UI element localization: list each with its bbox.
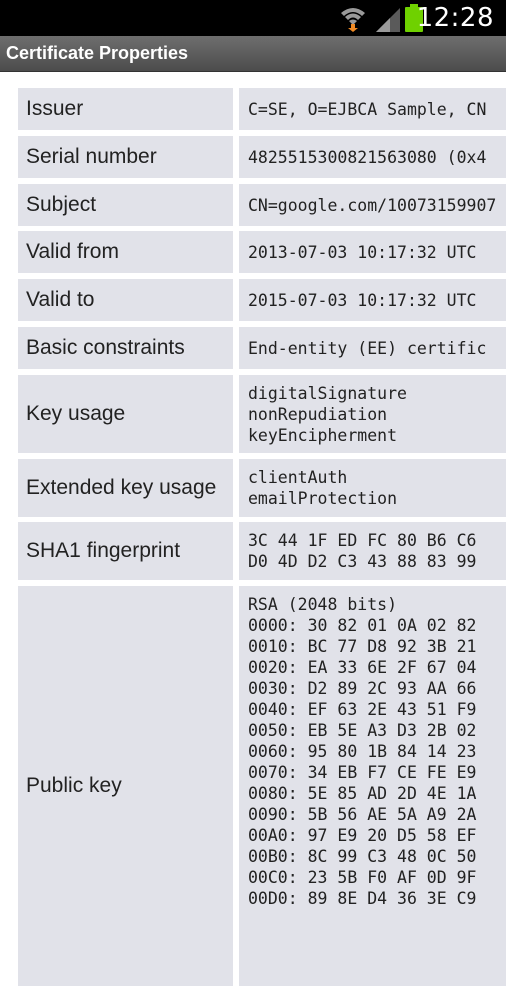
property-label: Serial number	[18, 136, 233, 178]
value-line: keyEncipherment	[248, 425, 398, 445]
property-value: CN=google.com/10073159907	[239, 184, 506, 226]
value-line: 2015-07-03 10:17:32 UTC	[248, 290, 477, 310]
value-line: clientAuth	[248, 468, 348, 487]
property-label: Key usage	[18, 375, 233, 453]
table-row[interactable]: Issuer C=SE, O=EJBCA Sample, CN	[18, 88, 506, 130]
table-row[interactable]: Valid from 2013-07-03 10:17:32 UTC	[18, 231, 506, 273]
value-line: 0020: EA 33 6E 2F 67 04	[248, 658, 477, 677]
value-line: 0090: 5B 56 AE 5A A9 2A	[248, 805, 477, 824]
value-line: nonRepudiation	[248, 404, 388, 424]
value-line: 0000: 30 82 01 0A 02 82	[248, 616, 477, 635]
table-row[interactable]: SHA1 fingerprint 3C 44 1F ED FC 80 B6 C6 D…	[18, 522, 506, 580]
property-label: Issuer	[18, 88, 233, 130]
property-label: SHA1 fingerprint	[18, 522, 233, 580]
value-line: 00C0: 23 5B F0 AF 0D 9F	[248, 868, 477, 887]
property-value: 4825515300821563080 (0x4	[239, 136, 506, 178]
value-line: 0070: 34 EB F7 CE FE E9	[248, 763, 477, 782]
property-value: C=SE, O=EJBCA Sample, CN	[239, 88, 506, 130]
table-row[interactable]: Subject CN=google.com/10073159907	[18, 184, 506, 226]
value-line: 4825515300821563080 (0x4	[248, 147, 487, 167]
property-label: Valid from	[18, 231, 233, 273]
value-line: 0030: D2 89 2C 93 AA 66	[248, 679, 477, 698]
property-value: 2013-07-03 10:17:32 UTC	[239, 231, 506, 273]
value-line: End-entity (EE) certific	[248, 338, 487, 358]
property-label: Valid to	[18, 279, 233, 321]
signal-strength-icon	[376, 8, 400, 32]
value-line: 2013-07-03 10:17:32 UTC	[248, 242, 477, 262]
table-row[interactable]: Public key RSA (2048 bits) 0000: 30 82 01 …	[18, 586, 506, 986]
property-label: Extended key usage	[18, 459, 233, 517]
value-line: RSA (2048 bits)	[248, 595, 398, 614]
value-line: 00D0: 89 8E D4 36 3E C9	[248, 889, 477, 908]
value-line: D0 4D D2 C3 43 88 83 99	[248, 552, 477, 571]
property-value: digitalSignature nonRepudiation keyEnciphe…	[239, 375, 506, 453]
property-label: Basic constraints	[18, 327, 233, 369]
table-row[interactable]: Serial number 4825515300821563080 (0x4	[18, 136, 506, 178]
table-row[interactable]: Extended key usage clientAuth emailProtect…	[18, 459, 506, 517]
value-line: digitalSignature	[248, 383, 407, 403]
value-line: C=SE, O=EJBCA Sample, CN	[248, 99, 487, 119]
value-line: 0010: BC 77 D8 92 3B 21	[248, 637, 477, 656]
property-value: End-entity (EE) certific	[239, 327, 506, 369]
page-title: Certificate Properties	[6, 43, 189, 63]
value-line: 0080: 5E 85 AD 2D 4E 1A	[248, 784, 477, 803]
value-line: 0050: EB 5E A3 D3 2B 02	[248, 721, 477, 740]
value-line: CN=google.com/10073159907	[248, 195, 497, 215]
property-label: Subject	[18, 184, 233, 226]
value-line: emailProtection	[248, 489, 398, 508]
value-line: 0040: EF 63 2E 43 51 F9	[248, 700, 477, 719]
status-bar: 12:28	[0, 0, 506, 36]
table-row[interactable]: Valid to 2015-07-03 10:17:32 UTC	[18, 279, 506, 321]
property-value: clientAuth emailProtection	[239, 459, 506, 517]
value-line: 00A0: 97 E9 20 D5 58 EF	[248, 826, 477, 845]
clock: 12:28	[416, 3, 494, 33]
property-value: RSA (2048 bits) 0000: 30 82 01 0A 02 82 00…	[239, 586, 506, 986]
property-label: Public key	[18, 586, 233, 986]
table-row[interactable]: Key usage digitalSignature nonRepudiation k…	[18, 375, 506, 453]
title-bar: Certificate Properties	[0, 36, 506, 72]
value-line: 3C 44 1F ED FC 80 B6 C6	[248, 531, 477, 550]
value-line: 00B0: 8C 99 C3 48 0C 50	[248, 847, 477, 866]
property-value: 2015-07-03 10:17:32 UTC	[239, 279, 506, 321]
table-row[interactable]: Basic constraints End-entity (EE) certifi…	[18, 327, 506, 369]
value-line: 0060: 95 80 1B 84 14 23	[248, 742, 477, 761]
property-value: 3C 44 1F ED FC 80 B6 C6 D0 4D D2 C3 43 88…	[239, 522, 506, 580]
wifi-icon	[341, 8, 365, 32]
